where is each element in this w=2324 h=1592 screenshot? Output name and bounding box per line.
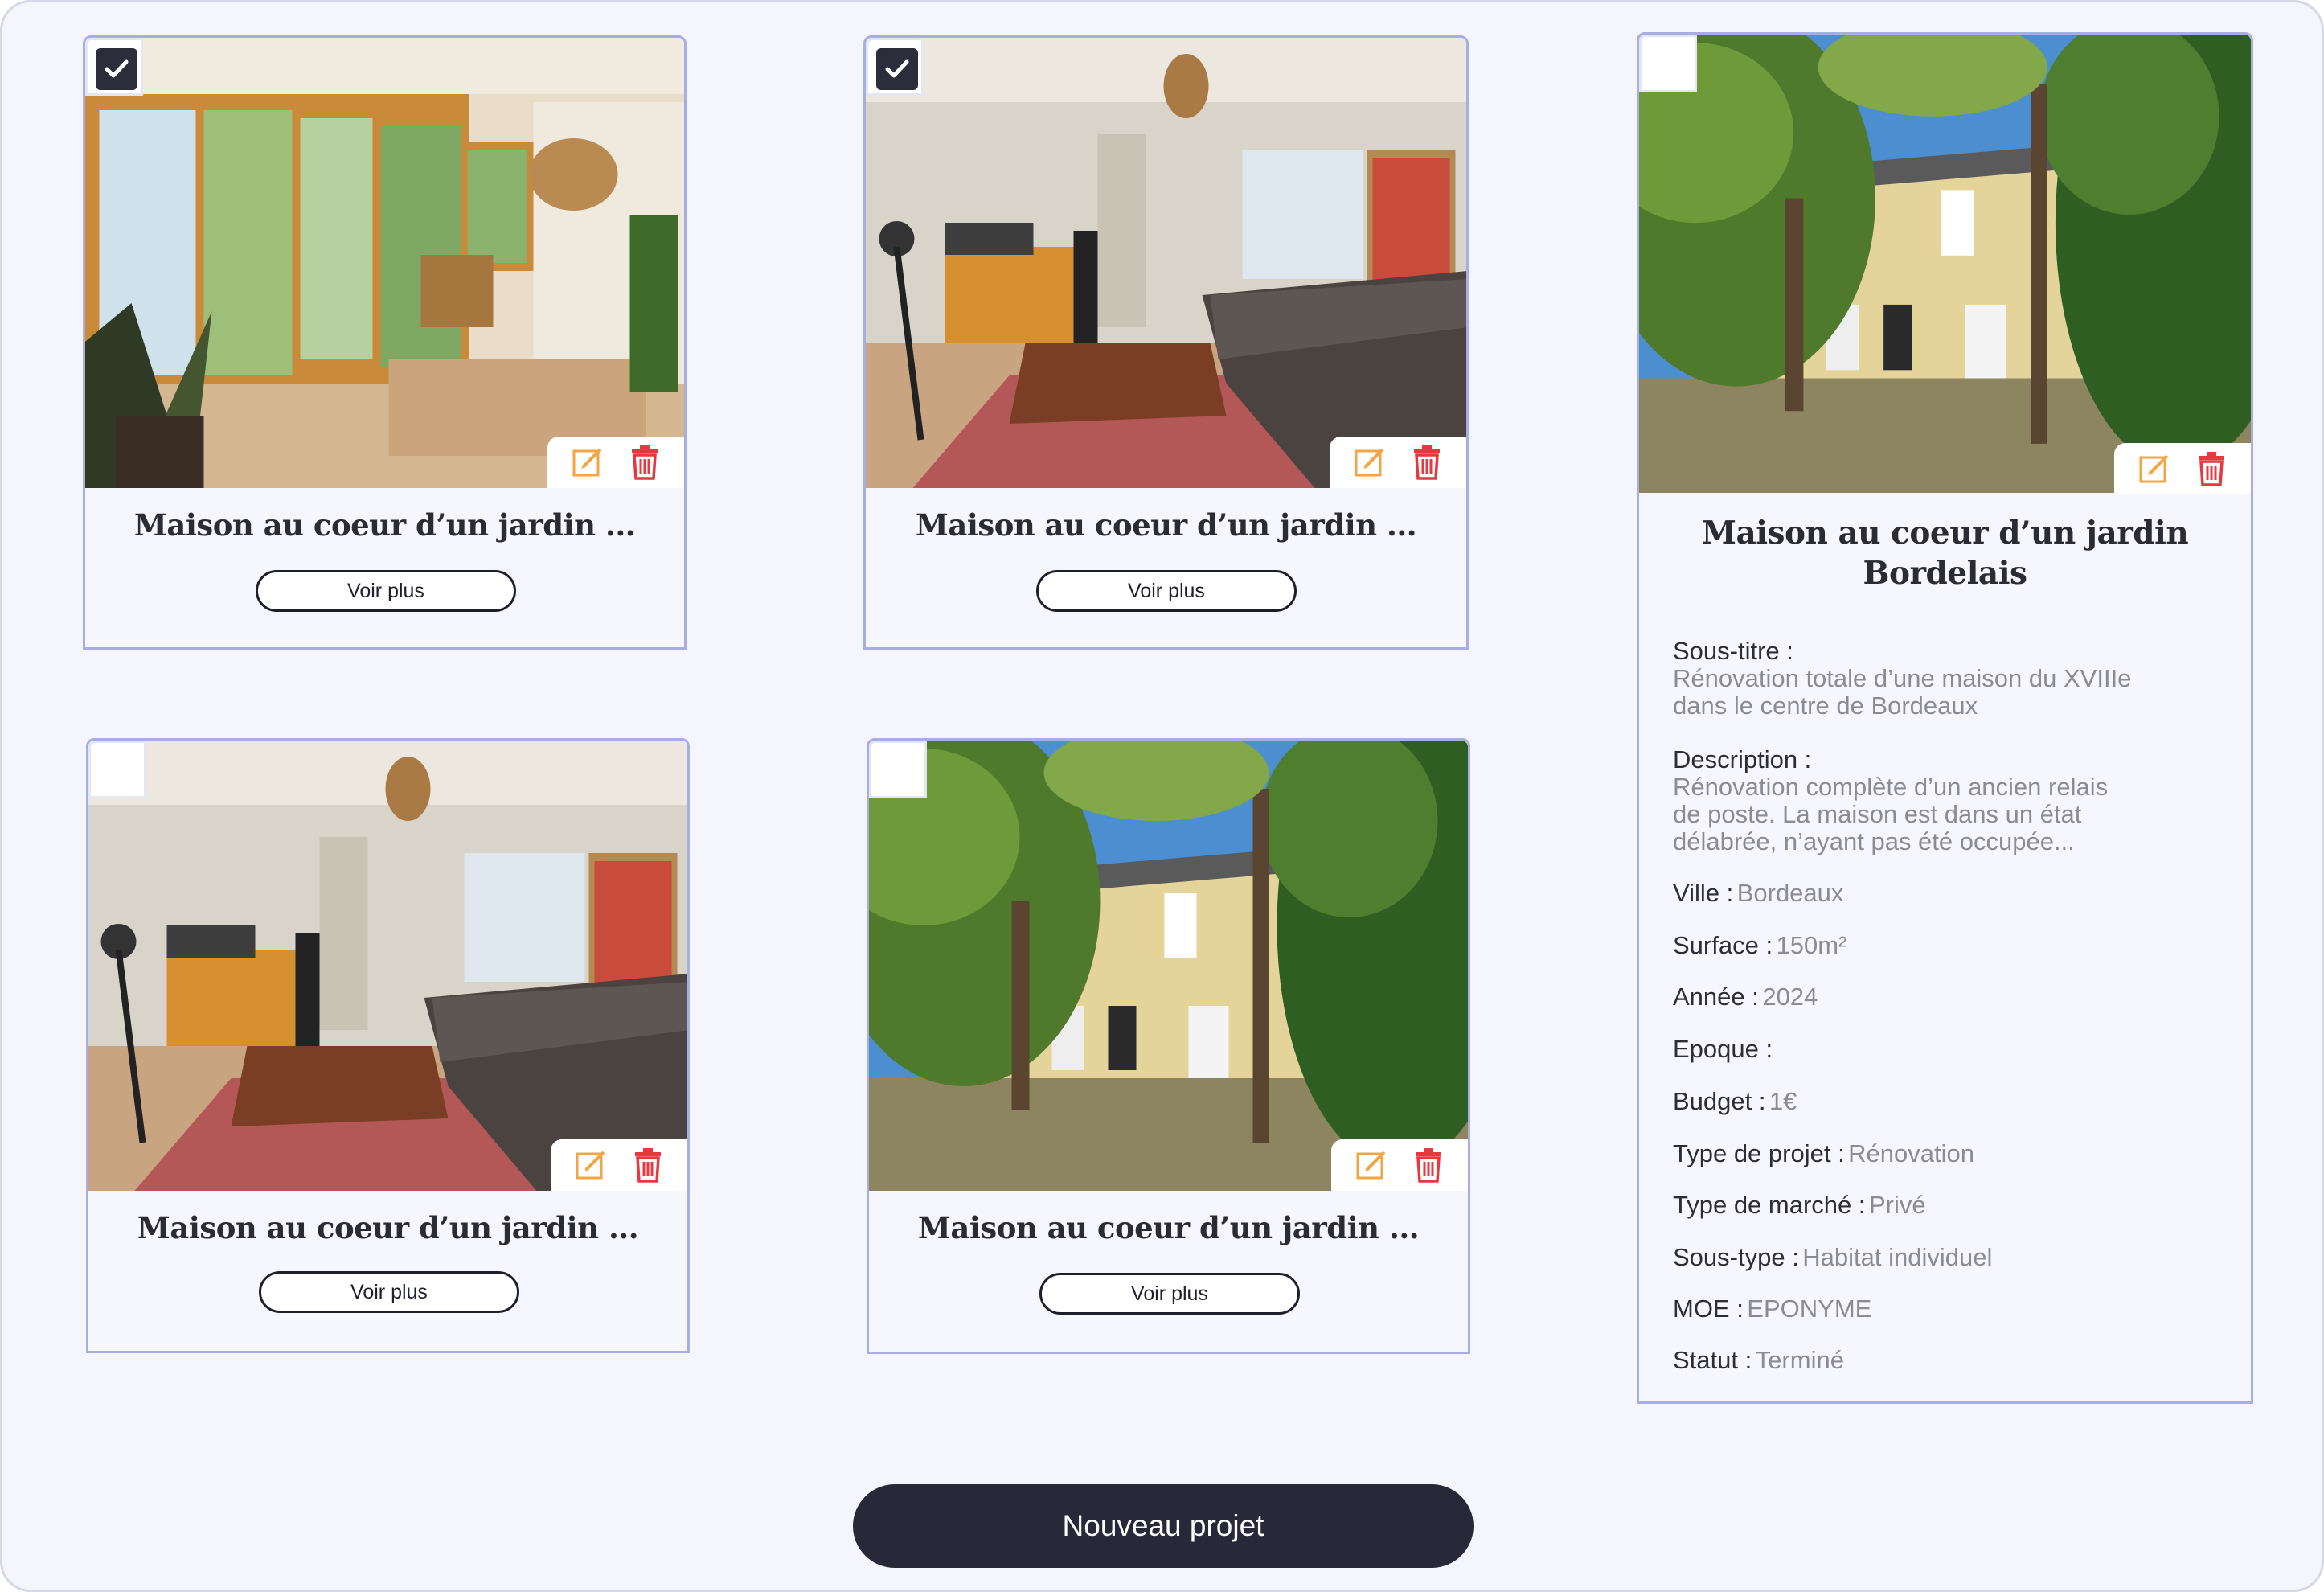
field-value: de poste. La maison est dans un état: [1673, 800, 2082, 828]
edit-icon[interactable]: [1352, 1146, 1391, 1184]
field-value: EPONYME: [1747, 1295, 1872, 1323]
project-card[interactable]: Maison au coeur d’un jardin ... Voir plu…: [863, 35, 1469, 650]
subtitle-block: Sous-titre : Rénovation totale d’une mai…: [1673, 638, 2227, 720]
card-actions: [2114, 443, 2251, 494]
field-label: Description :: [1673, 745, 1812, 773]
checkmark-icon: [885, 59, 909, 78]
field-row: MOE : EPONYME: [1673, 1295, 2227, 1323]
trash-icon[interactable]: [629, 1146, 667, 1184]
field-value: dans le centre de Bordeaux: [1673, 691, 1978, 720]
field-value: Rénovation complète d’un ancien relais: [1673, 773, 2109, 801]
card-title: Maison au coeur d’un jardin ...: [915, 507, 1417, 543]
trash-icon[interactable]: [2192, 449, 2231, 488]
field-value: 150m²: [1776, 931, 1847, 959]
field-value: 1€: [1769, 1087, 1797, 1115]
edit-icon[interactable]: [2135, 449, 2174, 488]
field-label: Ville :: [1673, 879, 1734, 907]
detail-title: Maison au coeur d’un jardin Bordelais: [1639, 513, 2251, 593]
field-row: Année : 2024: [1673, 983, 2227, 1011]
select-checkbox[interactable]: [869, 741, 927, 798]
field-label: Type de marché :: [1673, 1191, 1866, 1219]
card-title: Maison au coeur d’un jardin ...: [133, 507, 636, 543]
card-actions: [1330, 437, 1466, 488]
card-title: Maison au coeur d’un jardin ...: [917, 1210, 1420, 1245]
field-row: Budget : 1€: [1673, 1087, 2227, 1116]
project-photo: [869, 741, 1468, 1191]
select-checkbox[interactable]: [866, 38, 924, 96]
field-label: Sous-titre :: [1673, 637, 1793, 665]
trash-icon[interactable]: [1409, 1146, 1448, 1184]
field-value: Terminé: [1755, 1346, 1844, 1374]
edit-icon[interactable]: [568, 443, 607, 482]
voir-plus-button[interactable]: Voir plus: [1036, 570, 1297, 612]
field-label: Type de projet :: [1673, 1139, 1845, 1167]
field-label: Budget :: [1673, 1087, 1766, 1115]
select-checkbox[interactable]: [85, 38, 143, 96]
voir-plus-button[interactable]: Voir plus: [1039, 1273, 1300, 1315]
field-label: Surface :: [1673, 931, 1773, 959]
field-value: 2024: [1762, 983, 1818, 1011]
field-value: Bordeaux: [1736, 879, 1844, 907]
card-title: Maison au coeur d’un jardin ...: [137, 1210, 639, 1245]
field-value: Habitat individuel: [1802, 1243, 1993, 1271]
new-project-button[interactable]: Nouveau projet: [853, 1484, 1474, 1568]
project-photo: [866, 38, 1466, 488]
field-row: Surface : 150m²: [1673, 931, 2227, 960]
field-row: Type de marché : Privé: [1673, 1191, 2227, 1220]
field-row: Type de projet : Rénovation: [1673, 1139, 2227, 1168]
detail-title-line: Maison au coeur d’un jardin: [1701, 515, 2189, 552]
detail-title-line: Bordelais: [1863, 555, 2027, 592]
field-row: Ville : Bordeaux: [1673, 879, 2227, 908]
field-label: Statut :: [1673, 1346, 1752, 1374]
project-card[interactable]: Maison au coeur d’un jardin ... Voir plu…: [83, 35, 687, 650]
select-checkbox[interactable]: [1639, 35, 1697, 92]
card-actions: [551, 1139, 687, 1191]
voir-plus-button[interactable]: Voir plus: [256, 570, 516, 612]
project-card[interactable]: Maison au coeur d’un jardin ... Voir plu…: [86, 738, 690, 1353]
field-row: Epoque :: [1673, 1035, 2227, 1064]
card-actions: [547, 437, 684, 488]
project-card[interactable]: Maison au coeur d’un jardin ... Voir plu…: [867, 738, 1470, 1354]
field-row: Sous-type : Habitat individuel: [1673, 1243, 2227, 1272]
field-value: délabrée, n’ayant pas été occupée...: [1673, 827, 2075, 855]
field-value: Privé: [1868, 1191, 1926, 1219]
field-label: Epoque :: [1673, 1035, 1773, 1063]
project-detail-card[interactable]: Maison au coeur d’un jardin Bordelais So…: [1637, 32, 2253, 1404]
checkmark-icon: [105, 59, 129, 78]
edit-icon[interactable]: [572, 1146, 610, 1184]
field-label: MOE :: [1673, 1295, 1744, 1323]
field-label: Sous-type :: [1673, 1243, 1799, 1271]
trash-icon[interactable]: [625, 443, 664, 482]
project-photo: [88, 741, 687, 1191]
project-photo: [1639, 35, 2251, 493]
select-checkbox[interactable]: [88, 741, 146, 798]
description-block: Description : Rénovation complète d’un a…: [1673, 746, 2227, 855]
edit-icon[interactable]: [1351, 443, 1389, 482]
field-value: Rénovation: [1848, 1139, 1974, 1167]
field-label: Année :: [1673, 983, 1759, 1011]
project-photo: [85, 38, 684, 488]
voir-plus-button[interactable]: Voir plus: [259, 1271, 519, 1313]
trash-icon[interactable]: [1408, 443, 1446, 482]
field-value: Rénovation totale d’une maison du XVIIIe: [1673, 664, 2132, 692]
field-row: Statut : Terminé: [1673, 1346, 2227, 1375]
card-actions: [1331, 1139, 1468, 1191]
